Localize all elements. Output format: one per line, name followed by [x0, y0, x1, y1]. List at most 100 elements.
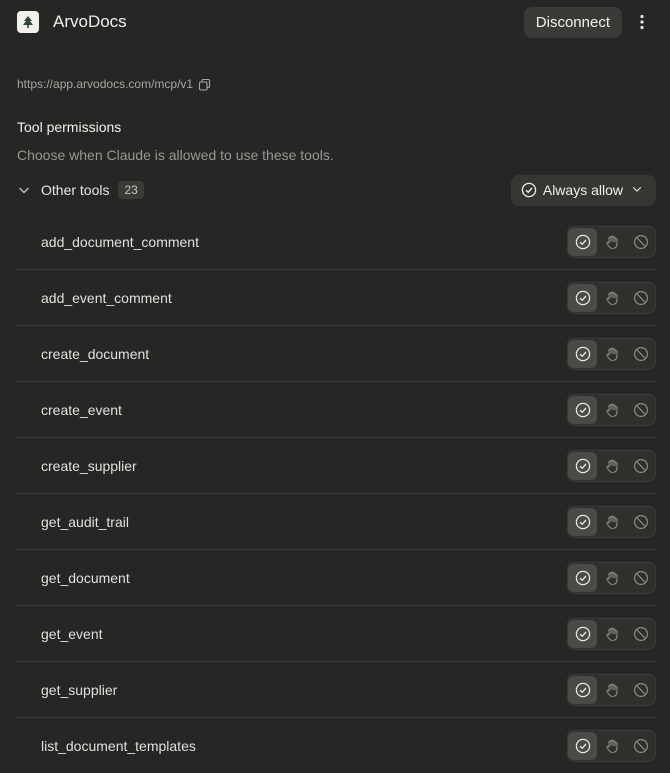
ask-button[interactable] [597, 620, 626, 648]
permission-selector [567, 561, 656, 594]
block-icon [633, 402, 648, 417]
allow-button[interactable] [568, 731, 597, 760]
tool-name: create_document [41, 345, 150, 362]
ask-button[interactable] [597, 732, 626, 760]
check-circle-icon [575, 570, 590, 585]
hand-icon [605, 571, 618, 585]
block-icon [633, 570, 648, 585]
ask-button[interactable] [597, 340, 626, 368]
header: ArvoDocs Disconnect [17, 6, 654, 38]
block-button[interactable] [626, 676, 655, 704]
permission-selector [567, 337, 656, 370]
hand-icon [605, 683, 618, 697]
check-circle-icon [575, 514, 590, 529]
permission-selector [567, 505, 656, 538]
permission-selector [567, 281, 656, 314]
tool-name: add_event_comment [41, 289, 172, 306]
block-button[interactable] [626, 228, 655, 256]
block-button[interactable] [626, 284, 655, 312]
hand-icon [605, 235, 618, 249]
tool-row: add_document_comment [17, 214, 656, 270]
tool-name: add_document_comment [41, 233, 199, 250]
allow-button[interactable] [568, 283, 597, 312]
tool-row: list_document_templates [17, 718, 656, 773]
check-circle-icon [575, 290, 590, 305]
vertical-dots-icon [640, 14, 644, 30]
ask-button[interactable] [597, 676, 626, 704]
tool-row: get_audit_trail [17, 494, 656, 550]
tool-name: create_supplier [41, 457, 137, 474]
app-title: ArvoDocs [53, 12, 127, 31]
allow-button[interactable] [568, 395, 597, 424]
allow-button[interactable] [568, 451, 597, 480]
ask-button[interactable] [597, 228, 626, 256]
hand-icon [605, 459, 618, 473]
tool-row: get_event [17, 606, 656, 662]
tool-row: create_event [17, 382, 656, 438]
block-icon [633, 626, 648, 641]
check-circle-icon [575, 346, 590, 361]
block-icon [633, 738, 648, 753]
group-policy-dropdown[interactable]: Always allow [510, 174, 656, 206]
tool-list: add_document_comment add_event_comment c… [17, 214, 656, 773]
allow-button[interactable] [568, 619, 597, 648]
hand-icon [605, 291, 618, 305]
allow-button[interactable] [568, 563, 597, 592]
tree-icon [23, 16, 33, 28]
chevron-down-icon [631, 183, 645, 197]
block-button[interactable] [626, 620, 655, 648]
chevron-down-icon[interactable] [17, 183, 31, 197]
tool-name: list_document_templates [41, 737, 196, 754]
check-circle-icon [575, 626, 590, 641]
check-circle-icon [575, 458, 590, 473]
permission-selector [567, 673, 656, 706]
app-logo [17, 11, 39, 33]
copy-url-button[interactable] [198, 78, 211, 91]
tool-count-badge: 23 [118, 181, 144, 199]
ask-button[interactable] [597, 564, 626, 592]
permission-selector [567, 393, 656, 426]
more-options-button[interactable] [630, 7, 654, 37]
permission-selector [567, 225, 656, 258]
allow-button[interactable] [568, 507, 597, 536]
check-circle-icon [575, 682, 590, 697]
check-circle-icon [575, 234, 590, 249]
copy-icon [199, 78, 211, 91]
block-icon [633, 290, 648, 305]
tool-name: create_event [41, 401, 122, 418]
policy-label: Always allow [542, 182, 623, 198]
allow-button[interactable] [568, 227, 597, 256]
block-button[interactable] [626, 340, 655, 368]
group-label: Other tools [41, 182, 110, 198]
block-button[interactable] [626, 452, 655, 480]
block-icon [633, 234, 648, 249]
allow-button[interactable] [568, 339, 597, 368]
block-button[interactable] [626, 564, 655, 592]
hand-icon [605, 627, 618, 641]
tool-name: get_event [41, 625, 103, 642]
permission-selector [567, 617, 656, 650]
tool-name: get_audit_trail [41, 513, 129, 530]
disconnect-button[interactable]: Disconnect [523, 6, 622, 38]
block-button[interactable] [626, 396, 655, 424]
hand-icon [605, 403, 618, 417]
tool-group-header[interactable]: Other tools 23 Always allow [17, 174, 656, 206]
block-button[interactable] [626, 732, 655, 760]
ask-button[interactable] [597, 452, 626, 480]
ask-button[interactable] [597, 284, 626, 312]
check-circle-icon [575, 738, 590, 753]
server-url-row: https://app.arvodocs.com/mcp/v1 [17, 77, 211, 91]
tool-row: create_document [17, 326, 656, 382]
block-button[interactable] [626, 508, 655, 536]
server-url: https://app.arvodocs.com/mcp/v1 [17, 77, 194, 91]
ask-button[interactable] [597, 508, 626, 536]
tool-row: get_supplier [17, 662, 656, 718]
check-circle-icon [521, 182, 537, 198]
hand-icon [605, 515, 618, 529]
ask-button[interactable] [597, 396, 626, 424]
hand-icon [605, 739, 618, 753]
tool-row: create_supplier [17, 438, 656, 494]
allow-button[interactable] [568, 675, 597, 704]
permission-selector [567, 449, 656, 482]
section-title: Tool permissions [17, 119, 122, 135]
